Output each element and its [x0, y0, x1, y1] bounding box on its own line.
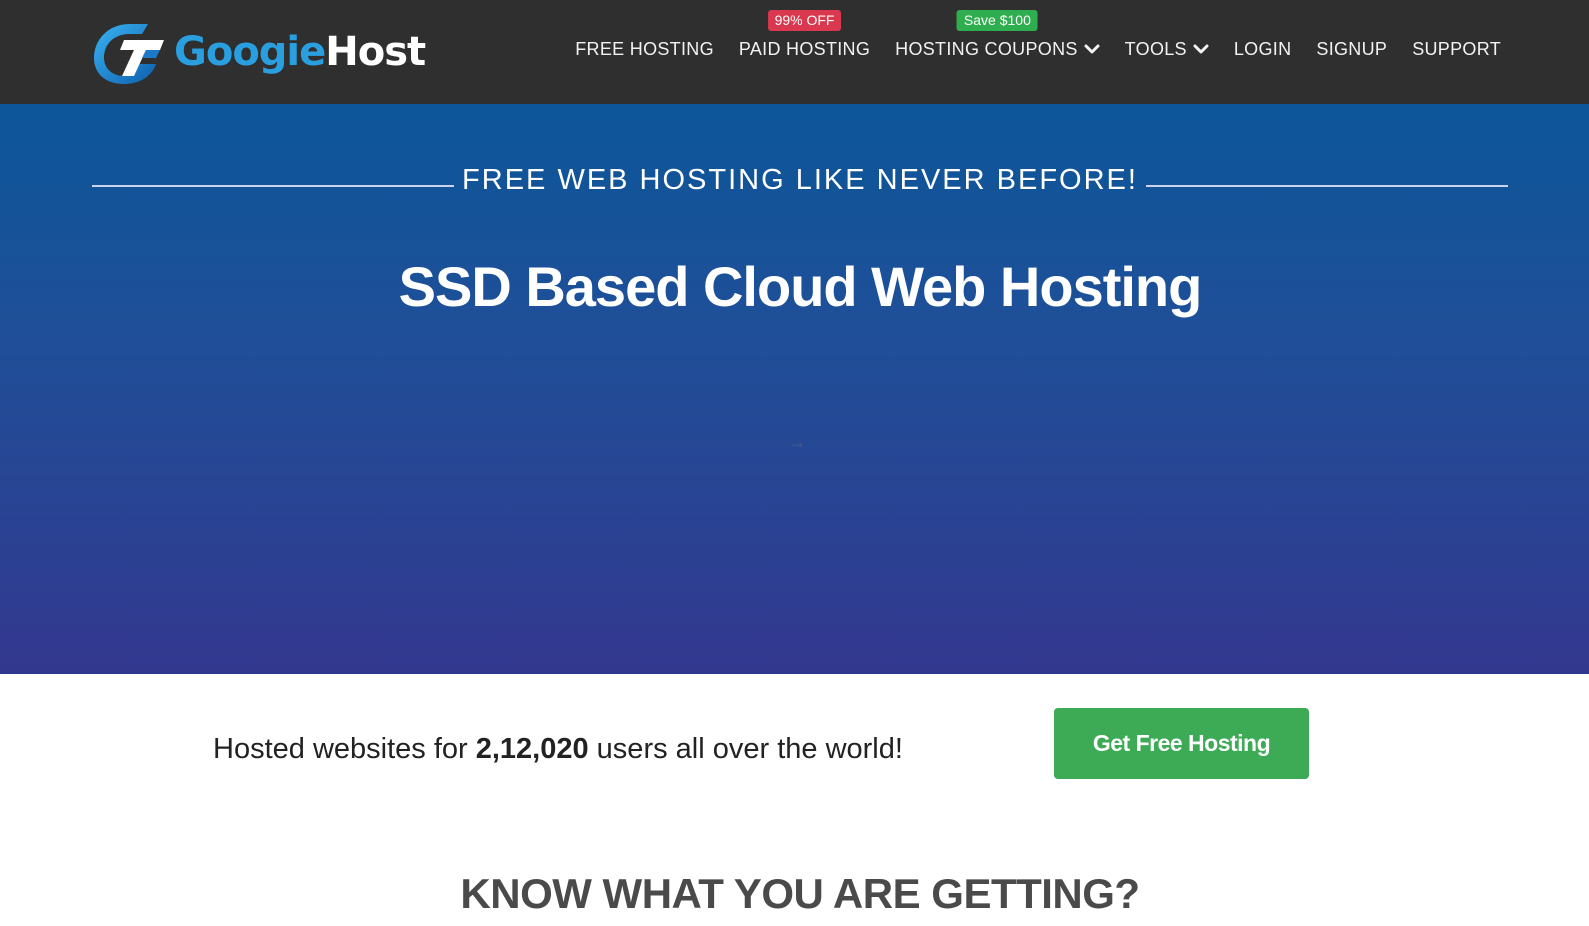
nav-login-label: LOGIN — [1233, 38, 1292, 59]
stat-count: 2,12,020 — [475, 733, 589, 765]
nav-free-hosting-label: FREE HOSTING — [575, 38, 714, 59]
hosted-websites-stat: Hosted websites for 2,12,020 users all o… — [213, 733, 903, 766]
nav-free-hosting[interactable]: FREE HOSTING — [575, 38, 714, 60]
nav-hosting-coupons[interactable]: Save $100 HOSTING COUPONS — [895, 10, 1100, 60]
nav-tools-label: TOOLS — [1124, 38, 1187, 59]
main-nav: FREE HOSTING 99% OFF PAID HOSTING Save $… — [575, 10, 1501, 60]
nav-hosting-coupons-label: HOSTING COUPONS — [895, 38, 1078, 59]
logo-text-part2: Host — [325, 29, 426, 75]
discount-badge: 99% OFF — [767, 10, 842, 31]
stat-suffix: users all over the world! — [588, 733, 903, 765]
googiehost-logo-mark-icon — [94, 24, 164, 84]
savings-badge: Save $100 — [956, 10, 1038, 31]
nav-signup[interactable]: SIGNUP — [1316, 38, 1387, 60]
top-navbar: GoogieHost FREE HOSTING 99% OFF PAID HOS… — [0, 0, 1589, 104]
nav-paid-hosting-label: PAID HOSTING — [738, 38, 871, 59]
nav-support-label: SUPPORT — [1412, 38, 1501, 59]
chevron-down-icon — [1084, 44, 1100, 54]
stat-prefix: Hosted websites for — [213, 733, 476, 765]
nav-support[interactable]: SUPPORT — [1412, 38, 1501, 60]
logo-text-part1: Googie — [174, 29, 326, 75]
section-heading: KNOW WHAT YOU ARE GETTING? — [460, 870, 1140, 917]
nav-tools[interactable]: TOOLS — [1125, 38, 1209, 60]
nav-login[interactable]: LOGIN — [1234, 38, 1292, 60]
chevron-down-icon — [1193, 44, 1209, 54]
site-logo[interactable]: GoogieHost — [90, 18, 430, 86]
nav-paid-hosting[interactable]: 99% OFF PAID HOSTING — [738, 10, 871, 60]
hero-title: SSD Based Cloud Web Hosting — [398, 255, 1203, 318]
hero-banner: FREE WEB HOSTING LIKE NEVER BEFORE! SSD … — [0, 104, 1589, 674]
hero-tagline: FREE WEB HOSTING LIKE NEVER BEFORE! — [462, 164, 1138, 196]
get-free-hosting-button[interactable]: Get Free Hosting — [1054, 708, 1309, 779]
logo-wordmark: GoogieHost — [174, 29, 426, 75]
nav-signup-label: SIGNUP — [1316, 38, 1388, 59]
arrow-right-icon[interactable]: → — [788, 432, 806, 453]
